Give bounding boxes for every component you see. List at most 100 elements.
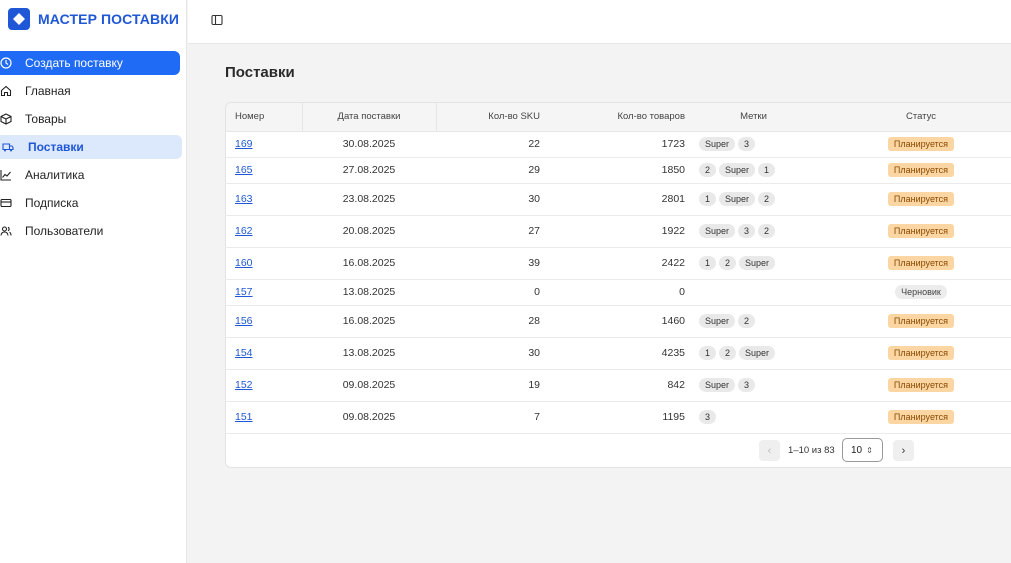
supply-number-link[interactable]: 169	[235, 138, 253, 150]
table-row[interactable]: 156 16.08.2025 28 1460 Super 2 Планируется	[226, 305, 1011, 338]
table-row[interactable]: 157 13.08.2025 0 0 Черновик	[226, 279, 1011, 306]
cell-tags: 1 2 Super	[691, 337, 816, 370]
status-badge: Планируется	[887, 224, 955, 238]
tag-chip: 3	[738, 378, 756, 392]
cell-date: 09.08.2025	[302, 369, 436, 402]
tag-chip: 1	[699, 346, 717, 360]
table-row[interactable]: 151 09.08.2025 7 1195 3 Планируется	[226, 401, 1011, 434]
tag-chip: Super	[699, 314, 736, 328]
supply-number-link[interactable]: 152	[235, 379, 253, 391]
cell-date: 23.08.2025	[302, 183, 436, 216]
cell-qty: 842	[546, 369, 691, 402]
table-row[interactable]: 160 16.08.2025 39 2422 1 2 Super Планируется	[226, 247, 1011, 280]
cell-status: Планируется	[816, 401, 1011, 434]
column-header-date[interactable]: Дата поставки	[302, 103, 437, 132]
supply-number-link[interactable]: 157	[235, 286, 253, 298]
cell-tags: 1 Super 2	[691, 183, 816, 216]
cell-status: Планируется	[816, 247, 1011, 280]
cell-status: Планируется	[816, 337, 1011, 370]
cell-tags: 3	[691, 401, 816, 434]
cell-tags: 1 2 Super	[691, 247, 816, 280]
chevron-left-icon[interactable]: ‹	[759, 440, 780, 461]
pagination-range: 1–10 из 83	[788, 445, 835, 456]
column-header-qty[interactable]: Кол-во товаров	[546, 103, 691, 132]
cell-date: 16.08.2025	[302, 247, 436, 280]
supply-number-link[interactable]: 154	[235, 347, 253, 359]
brand-name: МАСТЕР ПОСТАВКИ	[38, 11, 180, 27]
supply-number-link[interactable]: 163	[235, 193, 253, 205]
supply-number-link[interactable]: 162	[235, 225, 253, 237]
cell-number: 165	[226, 157, 302, 184]
sidebar-toggle-icon[interactable]	[211, 13, 223, 26]
tag-chip: 1	[699, 192, 717, 206]
cell-date: 27.08.2025	[302, 157, 436, 184]
sidebar-item-products[interactable]: Товары	[0, 107, 183, 131]
supply-number-link[interactable]: 151	[235, 411, 253, 423]
sidebar-item-subscription[interactable]: Подписка	[0, 191, 183, 215]
cell-status: Планируется	[816, 215, 1011, 248]
column-header-tags[interactable]: Метки	[691, 103, 816, 132]
cell-status: Планируется	[816, 157, 1011, 184]
table-row[interactable]: 154 13.08.2025 30 4235 1 2 Super Планируется	[226, 337, 1011, 370]
status-badge: Планируется	[887, 192, 955, 206]
sidebar-item-create-supply[interactable]: Создать поставку	[0, 51, 180, 75]
sidebar-item-home[interactable]: Главная	[0, 79, 183, 103]
cell-tags: 2 Super 1	[691, 157, 816, 184]
cell-qty: 1850	[546, 157, 691, 184]
table-row[interactable]: 162 20.08.2025 27 1922 Super 3 2 Планируется	[226, 215, 1011, 248]
cell-number: 154	[226, 337, 302, 370]
cell-number: 157	[226, 279, 302, 306]
sidebar-item-users[interactable]: Пользователи	[0, 219, 183, 243]
supply-number-link[interactable]: 160	[235, 257, 253, 269]
cell-date: 16.08.2025	[302, 305, 436, 338]
supply-number-link[interactable]: 165	[235, 164, 253, 176]
tag-chip: 1	[699, 256, 717, 270]
cell-sku: 19	[436, 369, 546, 402]
cell-qty: 1460	[546, 305, 691, 338]
supply-number-link[interactable]: 156	[235, 315, 253, 327]
table-row[interactable]: 152 09.08.2025 19 842 Super 3 Планируется	[226, 369, 1011, 402]
page-size-value: 10	[851, 444, 863, 456]
tag-chip: 2	[719, 256, 737, 270]
column-header-sku[interactable]: Кол-во SKU	[436, 103, 546, 132]
status-badge: Планируется	[887, 346, 955, 360]
sidebar-item-label: Создать поставку	[25, 56, 123, 70]
cell-date: 20.08.2025	[302, 215, 436, 248]
status-badge: Планируется	[887, 378, 955, 392]
tag-chip: 3	[738, 137, 756, 151]
brand[interactable]: МАСТЕР ПОСТАВКИ	[8, 8, 179, 30]
cell-date: 30.08.2025	[302, 131, 436, 158]
status-badge: Планируется	[887, 314, 955, 328]
sidebar-item-analytics[interactable]: Аналитика	[0, 163, 183, 187]
column-header-status[interactable]: Статус	[816, 103, 1011, 132]
updown-chevron-icon: ⇕	[866, 445, 873, 455]
sidebar-item-supplies[interactable]: Поставки	[0, 135, 182, 159]
table-row[interactable]: 169 30.08.2025 22 1723 Super 3 Планируется	[226, 131, 1011, 158]
cell-number: 160	[226, 247, 302, 280]
supplies-table: Номер Дата поставки Кол-во SKU Кол-во то…	[226, 103, 1011, 434]
cell-qty: 1723	[546, 131, 691, 158]
cell-tags: Super 3 2	[691, 215, 816, 248]
table-body: 169 30.08.2025 22 1723 Super 3 Планируется 165 2…	[226, 131, 1011, 434]
tag-chip: Super	[739, 256, 776, 270]
cell-qty: 1195	[546, 401, 691, 434]
cell-sku: 27	[436, 215, 546, 248]
supplies-table-card: Номер Дата поставки Кол-во SKU Кол-во то…	[225, 102, 1011, 468]
sidebar-nav: Создать поставку Главная Товары Поставки…	[0, 51, 183, 247]
chevron-right-icon[interactable]: ›	[893, 440, 914, 461]
cell-tags: Super 2	[691, 305, 816, 338]
table-row[interactable]: 163 23.08.2025 30 2801 1 Super 2 Планируется	[226, 183, 1011, 216]
status-badge: Планируется	[887, 137, 955, 151]
tag-chip: Super	[699, 378, 736, 392]
cell-number: 169	[226, 131, 302, 158]
cell-number: 163	[226, 183, 302, 216]
cell-number: 162	[226, 215, 302, 248]
cell-sku: 39	[436, 247, 546, 280]
home-icon	[0, 85, 12, 97]
page-size-select[interactable]: 10 ⇕	[842, 438, 883, 462]
column-header-number[interactable]: Номер	[226, 103, 303, 132]
cell-status: Планируется	[816, 305, 1011, 338]
page-title: Поставки	[225, 64, 295, 81]
table-row[interactable]: 165 27.08.2025 29 1850 2 Super 1 Планируется	[226, 157, 1011, 184]
users-icon	[0, 225, 12, 237]
